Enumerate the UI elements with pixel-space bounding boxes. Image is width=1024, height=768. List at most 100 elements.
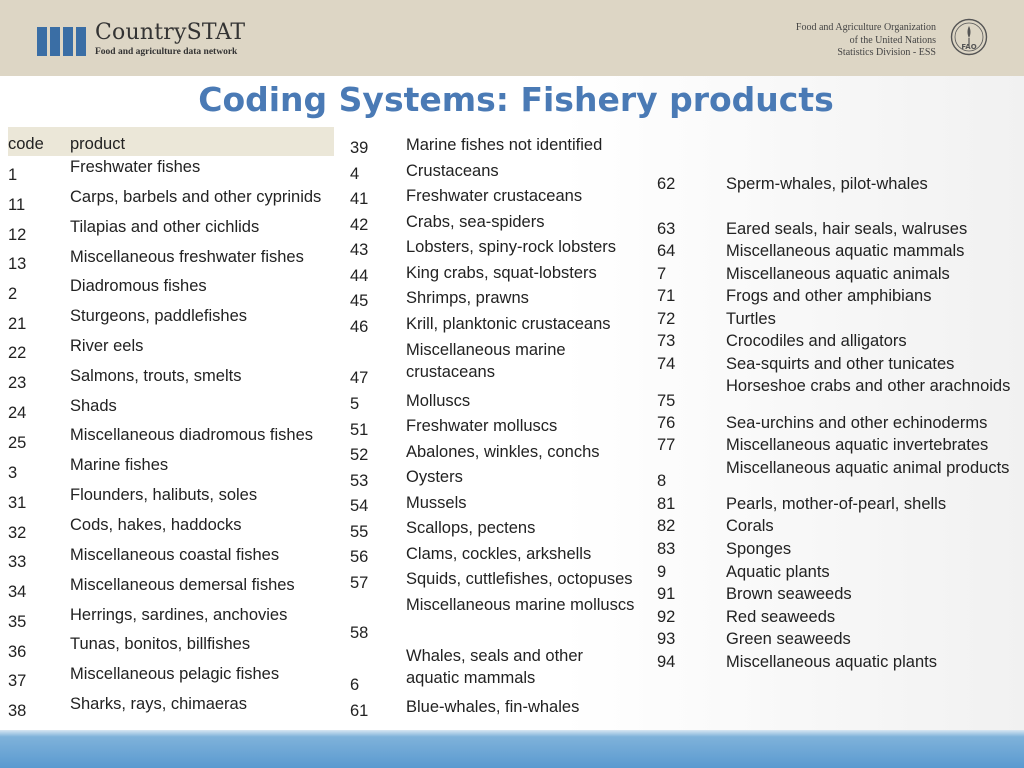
code-cell: 51 (350, 421, 369, 439)
product-cell: Horseshoe crabs and other arachnoids (726, 377, 1011, 395)
code-cell: 73 (657, 332, 676, 350)
code-cell: 44 (350, 267, 369, 285)
code-cell: 33 (8, 553, 27, 571)
product-cell: Freshwater fishes (70, 158, 201, 176)
product-cell: Freshwater molluscs (406, 417, 558, 435)
code-cell: 43 (350, 241, 369, 259)
code-cell: 71 (657, 287, 676, 305)
code-cell: 11 (8, 196, 26, 214)
code-cell: 77 (657, 436, 676, 454)
product-cell: Corals (726, 517, 774, 535)
code-cell: 13 (8, 255, 27, 273)
code-cell: 37 (8, 672, 27, 690)
code-cell: 8 (657, 472, 667, 490)
product-cell: Salmons, trouts, smelts (70, 367, 242, 385)
product-cell: Frogs and other amphibians (726, 287, 932, 305)
code-cell: 7 (657, 265, 667, 283)
code-cell: 64 (657, 242, 676, 260)
product-cell: Molluscs (406, 392, 471, 410)
product-cell: Miscellaneous marine crustaceans (406, 341, 566, 381)
product-cell: Cods, hakes, haddocks (70, 516, 242, 534)
product-cell: Eared seals, hair seals, walruses (726, 220, 968, 238)
product-cell: Aquatic plants (726, 563, 830, 581)
code-cell: 1 (8, 166, 18, 184)
code-cell: 62 (657, 175, 676, 193)
product-cell: Sponges (726, 540, 792, 558)
product-cell: Pearls, mother-of-pearl, shells (726, 495, 947, 513)
product-cell: Freshwater crustaceans (406, 187, 583, 205)
code-cell: 25 (8, 434, 27, 452)
code-cell: 75 (657, 392, 676, 410)
product-cell: Tilapias and other cichlids (70, 218, 260, 236)
product-cell: Miscellaneous aquatic mammals (726, 242, 965, 260)
code-cell: 61 (350, 702, 369, 720)
code-cell: 58 (350, 624, 369, 642)
code-cell: 63 (657, 220, 676, 238)
code-cell: 41 (350, 190, 369, 208)
product-cell: Tunas, bonitos, billfishes (70, 635, 251, 653)
code-cell: 3 (8, 464, 18, 482)
code-cell: 74 (657, 355, 676, 373)
code-cell: 22 (8, 344, 27, 362)
product-cell: Blue-whales, fin-whales (406, 698, 580, 716)
code-cell: 92 (657, 608, 676, 626)
product-cell: Miscellaneous aquatic animal products (726, 459, 1010, 477)
code-cell: 93 (657, 630, 676, 648)
product-cell: Miscellaneous freshwater fishes (70, 248, 304, 266)
product-cell: Miscellaneous aquatic invertebrates (726, 436, 989, 454)
product-cell: Scallops, pectens (406, 519, 536, 537)
code-cell: 52 (350, 446, 369, 464)
product-cell: Clams, cockles, arkshells (406, 545, 592, 563)
product-cell: Miscellaneous demersal fishes (70, 576, 295, 594)
code-cell: 32 (8, 524, 27, 542)
code-cell: 83 (657, 540, 676, 558)
emblem-lettering: FAO (961, 43, 976, 51)
logo-title: CountrySTAT (95, 20, 246, 45)
product-cell: Mussels (406, 494, 467, 512)
code-cell: 31 (8, 494, 27, 512)
code-cell: 39 (350, 139, 369, 157)
product-cell: Crustaceans (406, 162, 499, 180)
product-cell: Miscellaneous diadromous fishes (70, 426, 314, 444)
product-cell: Herrings, sardines, anchovies (70, 606, 288, 624)
product-cell: Green seaweeds (726, 630, 851, 648)
product-cell: Sea-squirts and other tunicates (726, 355, 955, 373)
product-column-header: product (70, 135, 126, 153)
product-cell: Diadromous fishes (70, 277, 207, 295)
code-cell: 36 (8, 643, 27, 661)
fao-emblem-icon: FAO (950, 18, 988, 56)
product-cell: Turtles (726, 310, 776, 328)
product-cell: King crabs, squat-lobsters (406, 264, 597, 282)
code-cell: 35 (8, 613, 27, 631)
product-cell: Sturgeons, paddlefishes (70, 307, 248, 325)
product-cell: Miscellaneous marine molluscs (406, 596, 635, 614)
code-cell: 82 (657, 517, 676, 535)
code-cell: 6 (350, 676, 360, 694)
product-cell: Marine fishes not identified (406, 136, 603, 154)
code-cell: 76 (657, 414, 676, 432)
code-cell: 21 (8, 315, 27, 333)
org-line: of the United Nations (849, 34, 936, 46)
code-cell: 55 (350, 523, 369, 541)
product-cell: Oysters (406, 468, 463, 486)
code-cell: 81 (657, 495, 676, 513)
code-cell: 94 (657, 653, 676, 671)
org-line: Statistics Division - ESS (837, 47, 936, 58)
product-cell: Miscellaneous aquatic plants (726, 653, 937, 671)
code-cell: 9 (657, 563, 667, 581)
code-cell: 4 (350, 165, 360, 183)
product-cell: Krill, planktonic crustaceans (406, 315, 611, 333)
product-cell: River eels (70, 337, 144, 355)
code-cell: 91 (657, 585, 676, 603)
code-cell: 54 (350, 497, 369, 515)
product-cell: Crabs, sea-spiders (406, 213, 545, 231)
code-cell: 46 (350, 318, 369, 336)
product-cell: Abalones, winkles, conchs (406, 443, 600, 461)
code-cell: 24 (8, 404, 27, 422)
product-cell: Miscellaneous coastal fishes (70, 546, 280, 564)
code-cell: 72 (657, 310, 676, 328)
code-cell: 23 (8, 374, 27, 392)
code-cell: 38 (8, 702, 27, 720)
table-header-band (8, 127, 334, 156)
code-cell: 53 (350, 472, 369, 490)
